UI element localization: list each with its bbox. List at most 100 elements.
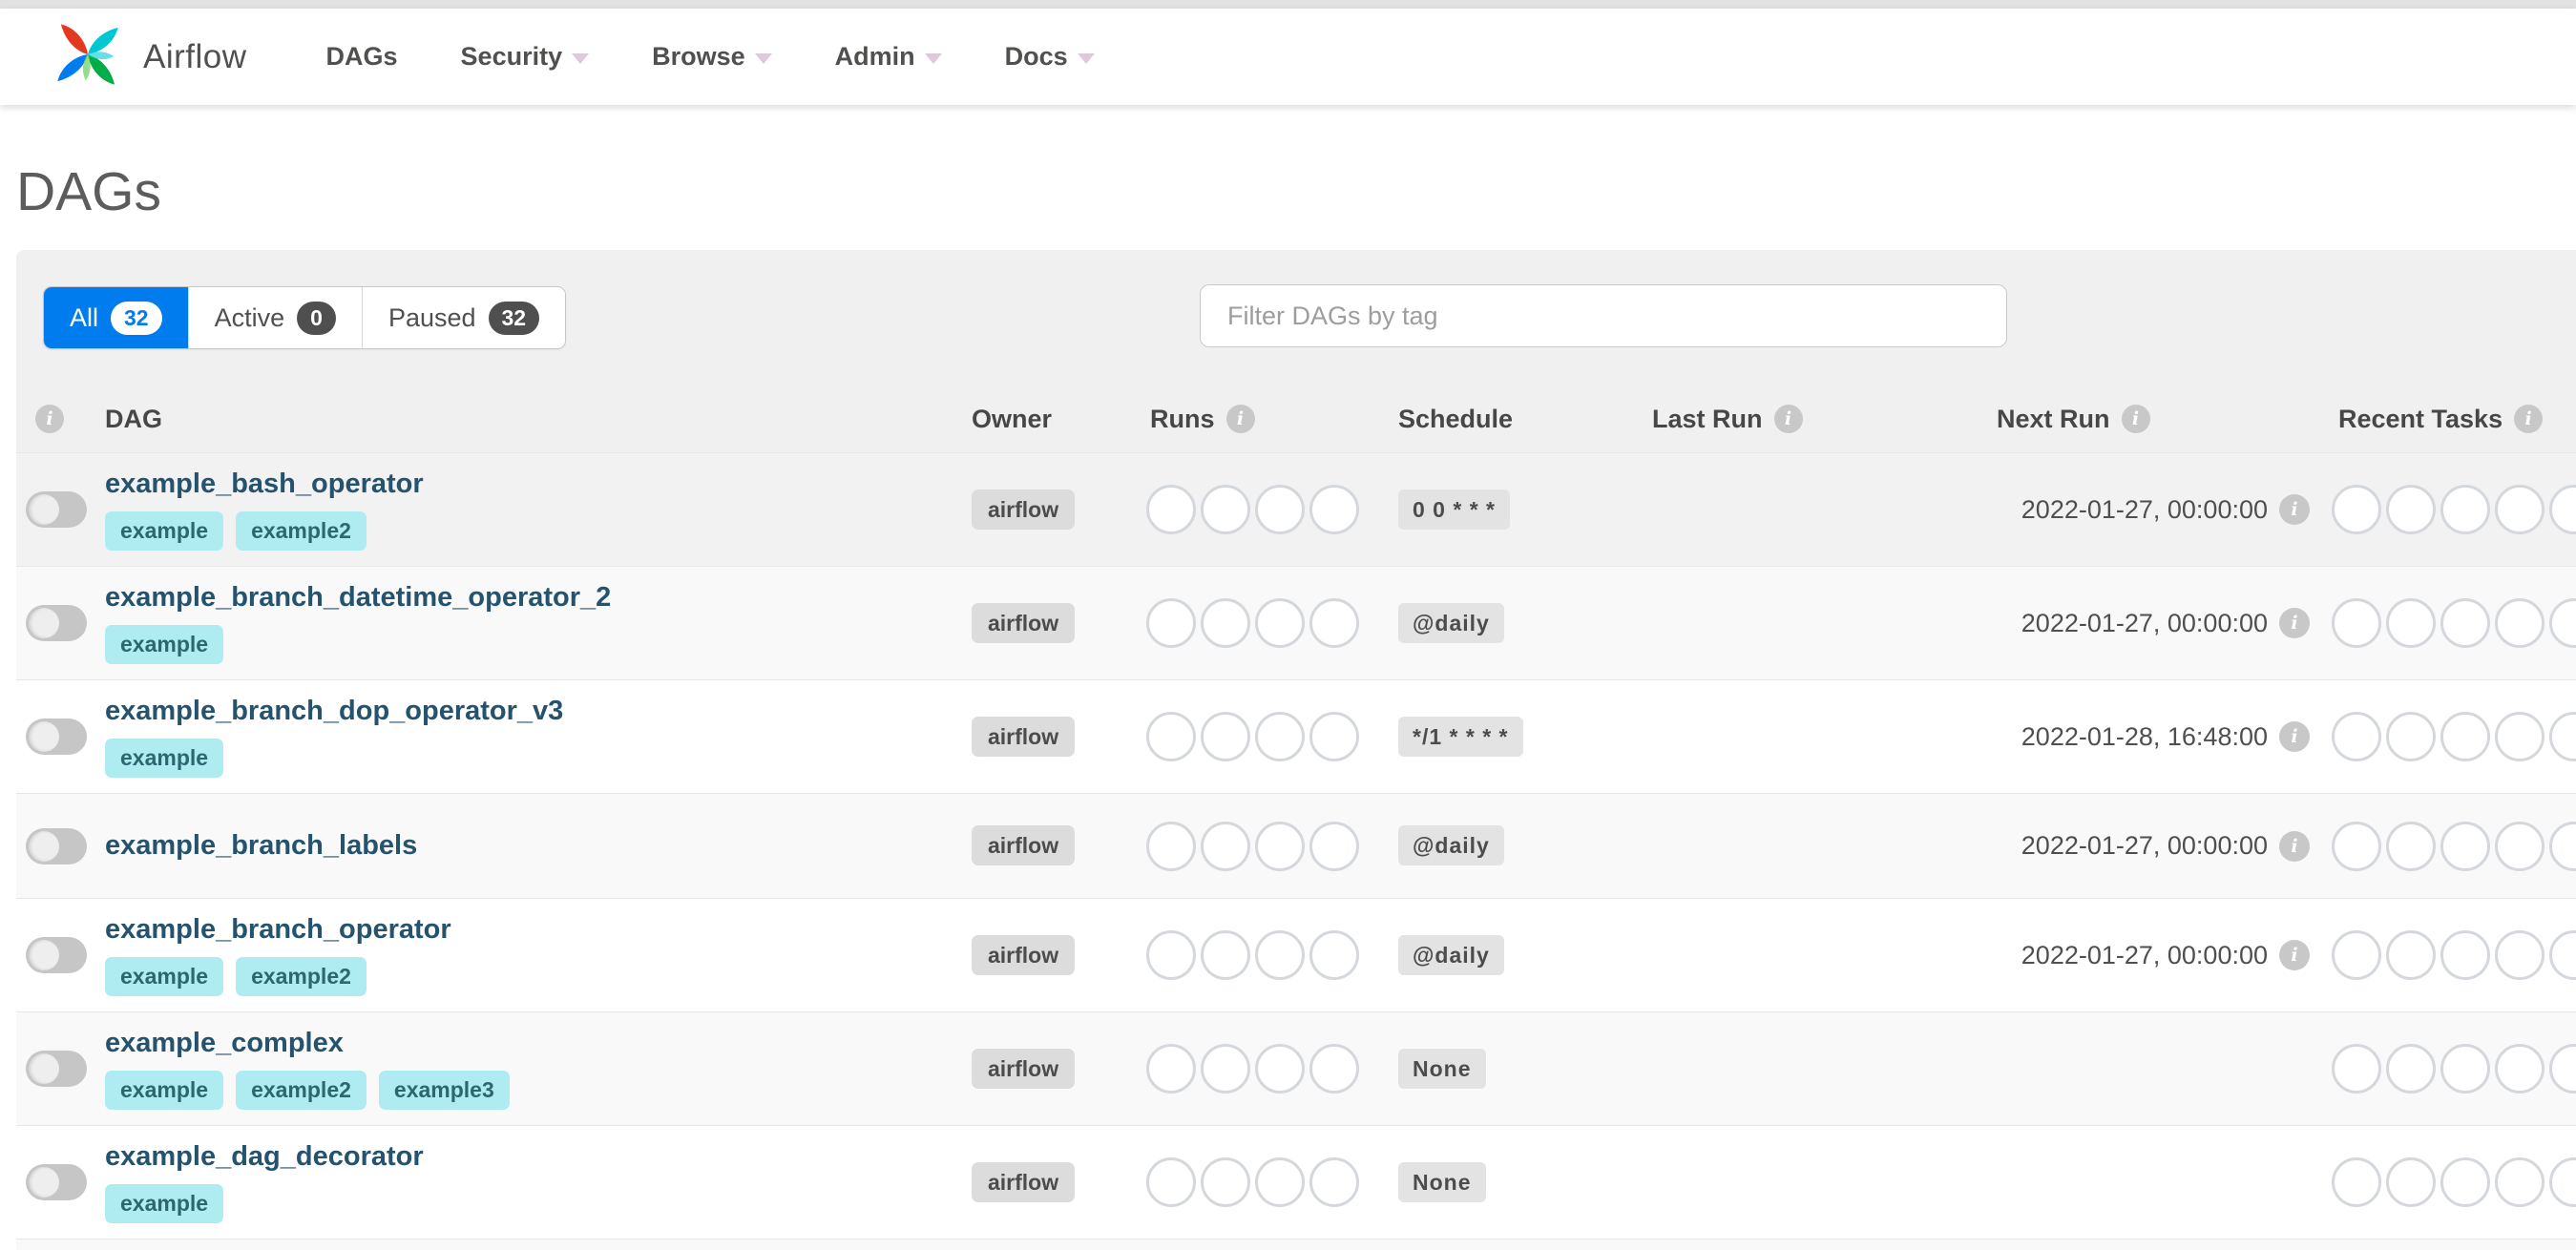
recent-task-circle[interactable] [2332,930,2381,980]
run-status-circle[interactable] [1201,821,1250,871]
dag-pause-toggle[interactable] [26,719,87,755]
dag-tag[interactable]: example [105,511,224,551]
recent-task-circle[interactable] [2549,1044,2576,1094]
dag-link[interactable]: example_branch_labels [105,830,417,862]
recent-task-circle[interactable] [2440,598,2490,648]
recent-task-circle[interactable] [2332,598,2381,648]
run-status-circle[interactable] [1146,712,1196,761]
next-run-value-info-icon[interactable]: i [2279,608,2310,638]
column-header-owner[interactable]: Owner [972,405,1146,434]
nav-item-browse[interactable]: Browse [620,42,804,72]
recent-task-circle[interactable] [2386,598,2436,648]
nav-item-dags[interactable]: DAGs [295,42,429,72]
recent-task-circle[interactable] [2495,930,2545,980]
next-run-value-info-icon[interactable]: i [2279,494,2310,525]
run-status-circle[interactable] [1255,930,1305,980]
column-header-next-run[interactable]: Next Run i [1980,405,2319,434]
run-status-circle[interactable] [1309,821,1359,871]
recent-task-circle[interactable] [2440,930,2490,980]
dag-tag[interactable]: example [105,739,224,778]
dag-link[interactable]: example_branch_operator [105,914,451,946]
dag-link[interactable]: example_branch_datetime_operator_2 [105,582,611,614]
run-status-circle[interactable] [1255,821,1305,871]
recent-task-circle[interactable] [2386,821,2436,871]
dag-tag[interactable]: example2 [236,1071,367,1110]
recent-task-circle[interactable] [2549,712,2576,761]
nav-item-admin[interactable]: Admin [804,42,974,72]
dag-pause-toggle[interactable] [26,605,87,641]
dag-tag[interactable]: example [105,1184,224,1223]
run-status-circle[interactable] [1201,598,1250,648]
column-header-last-run[interactable]: Last Run i [1646,405,1980,434]
run-status-circle[interactable] [1255,1044,1305,1094]
run-status-circle[interactable] [1309,598,1359,648]
recent-task-circle[interactable] [2386,712,2436,761]
run-status-circle[interactable] [1201,712,1250,761]
recent-task-circle[interactable] [2440,485,2490,534]
column-header-dag[interactable]: DAG [105,405,972,434]
recent-task-circle[interactable] [2495,485,2545,534]
run-status-circle[interactable] [1146,598,1196,648]
tag-filter-input[interactable] [1200,284,2007,347]
tab-all[interactable]: All 32 [44,287,188,348]
recent-task-circle[interactable] [2332,821,2381,871]
dag-pause-toggle[interactable] [26,937,87,973]
recent-task-circle[interactable] [2495,821,2545,871]
tab-paused[interactable]: Paused 32 [361,287,566,348]
recent-tasks-info-icon[interactable]: i [2514,405,2544,433]
run-status-circle[interactable] [1146,485,1196,534]
recent-task-circle[interactable] [2495,1157,2545,1207]
dag-pause-toggle[interactable] [26,827,87,865]
recent-task-circle[interactable] [2495,1044,2545,1094]
recent-task-circle[interactable] [2549,930,2576,980]
dag-column-info-icon[interactable]: i [35,405,64,433]
recent-task-circle[interactable] [2495,598,2545,648]
runs-info-icon[interactable]: i [1225,405,1255,433]
nav-item-docs[interactable]: Docs [974,42,1126,72]
recent-task-circle[interactable] [2332,1157,2381,1207]
dag-link[interactable]: example_bash_operator [105,469,424,500]
dag-link[interactable]: example_branch_dop_operator_v3 [105,696,563,727]
recent-task-circle[interactable] [2549,1157,2576,1207]
recent-task-circle[interactable] [2495,712,2545,761]
recent-task-circle[interactable] [2386,485,2436,534]
recent-task-circle[interactable] [2386,930,2436,980]
run-status-circle[interactable] [1309,712,1359,761]
next-run-info-icon[interactable]: i [2121,405,2150,433]
run-status-circle[interactable] [1146,1157,1196,1207]
column-header-recent-tasks[interactable]: Recent Tasks i [2319,405,2576,434]
dag-tag[interactable]: example3 [378,1071,510,1110]
recent-task-circle[interactable] [2332,485,2381,534]
nav-item-security[interactable]: Security [429,42,621,72]
run-status-circle[interactable] [1146,1044,1196,1094]
recent-task-circle[interactable] [2386,1044,2436,1094]
next-run-value-info-icon[interactable]: i [2279,830,2310,862]
dag-pause-toggle[interactable] [26,491,87,528]
tab-active[interactable]: Active 0 [187,287,362,348]
next-run-value-info-icon[interactable]: i [2279,721,2310,752]
recent-task-circle[interactable] [2440,1044,2490,1094]
dag-tag[interactable]: example2 [236,957,367,996]
run-status-circle[interactable] [1309,930,1359,980]
run-status-circle[interactable] [1255,485,1305,534]
recent-task-circle[interactable] [2440,821,2490,871]
dag-tag[interactable]: example [105,625,224,664]
run-status-circle[interactable] [1146,821,1196,871]
recent-task-circle[interactable] [2549,485,2576,534]
last-run-info-icon[interactable]: i [1773,405,1803,433]
run-status-circle[interactable] [1309,1044,1359,1094]
dag-pause-toggle[interactable] [26,1164,87,1200]
dag-tag[interactable]: example2 [236,511,367,551]
recent-task-circle[interactable] [2332,1044,2381,1094]
recent-task-circle[interactable] [2440,712,2490,761]
dag-link[interactable]: example_dag_decorator [105,1141,424,1173]
run-status-circle[interactable] [1255,712,1305,761]
brand[interactable]: Airflow [44,12,247,101]
run-status-circle[interactable] [1255,1157,1305,1207]
recent-task-circle[interactable] [2440,1157,2490,1207]
run-status-circle[interactable] [1146,930,1196,980]
run-status-circle[interactable] [1201,1044,1250,1094]
recent-task-circle[interactable] [2386,1157,2436,1207]
recent-task-circle[interactable] [2549,598,2576,648]
run-status-circle[interactable] [1201,485,1250,534]
